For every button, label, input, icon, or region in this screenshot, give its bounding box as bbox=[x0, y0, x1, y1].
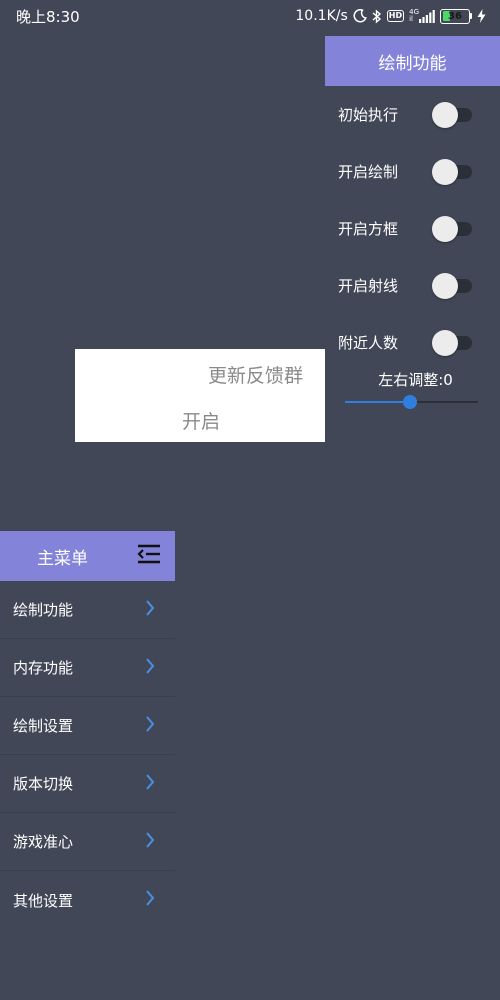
enable-ray-switch[interactable] bbox=[432, 272, 474, 299]
toggle-label: 开启绘制 bbox=[338, 163, 399, 181]
enable-box-switch[interactable] bbox=[432, 215, 474, 242]
draw-panel-title: 绘制功能 bbox=[378, 53, 447, 74]
main-menu-title: 主菜单 bbox=[37, 548, 88, 569]
slider-label: 左右调整:0 bbox=[378, 371, 453, 389]
charging-icon bbox=[477, 9, 486, 23]
toggle-label: 附近人数 bbox=[338, 334, 399, 352]
draw-panel-header[interactable]: 绘制功能 bbox=[325, 36, 500, 86]
toggle-row-nearby-count: 附近人数 bbox=[325, 314, 500, 371]
toggle-row-initial-exec: 初始执行 bbox=[325, 86, 500, 143]
enable-text[interactable]: 开启 bbox=[75, 407, 325, 434]
menu-item-label: 版本切换 bbox=[13, 775, 74, 793]
hd-icon: HD bbox=[386, 10, 405, 22]
toggle-label: 开启射线 bbox=[338, 277, 399, 295]
toggle-row-enable-ray: 开启射线 bbox=[325, 257, 500, 314]
menu-item-label: 游戏准心 bbox=[13, 833, 74, 851]
menu-item-label: 绘制功能 bbox=[13, 601, 74, 619]
main-menu-header: 主菜单 bbox=[0, 531, 175, 581]
horizontal-adjust-slider[interactable] bbox=[345, 392, 478, 412]
slider-thumb[interactable] bbox=[403, 395, 418, 409]
toggle-row-enable-box: 开启方框 bbox=[325, 200, 500, 257]
main-menu: 主菜单 绘制功能 内存功能 绘制设置 版本切换 游戏准心 其他设置 bbox=[0, 531, 175, 929]
menu-collapse-icon[interactable] bbox=[137, 544, 161, 569]
menu-item-memory-feature[interactable]: 内存功能 bbox=[0, 639, 175, 697]
status-icons: 10.1K/s HD 4G il 36 bbox=[295, 8, 486, 24]
nearby-count-switch[interactable] bbox=[432, 329, 474, 356]
initial-exec-switch[interactable] bbox=[432, 101, 474, 128]
enable-draw-switch[interactable] bbox=[432, 158, 474, 185]
menu-item-version-switch[interactable]: 版本切换 bbox=[0, 755, 175, 813]
menu-item-other-settings[interactable]: 其他设置 bbox=[0, 871, 175, 929]
menu-item-draw-feature[interactable]: 绘制功能 bbox=[0, 581, 175, 639]
signal-icon: 4G il bbox=[409, 9, 435, 23]
chevron-right-icon bbox=[145, 773, 155, 795]
slider-fill bbox=[345, 401, 411, 403]
chevron-right-icon bbox=[145, 831, 155, 853]
toggle-row-enable-draw: 开启绘制 bbox=[325, 143, 500, 200]
net-speed: 10.1K/s bbox=[295, 8, 348, 24]
chevron-right-icon bbox=[145, 657, 155, 679]
moon-icon bbox=[353, 9, 367, 23]
menu-item-label: 其他设置 bbox=[13, 891, 74, 910]
toggle-label: 开启方框 bbox=[338, 220, 399, 238]
battery-icon: 36 bbox=[440, 8, 472, 24]
menu-item-draw-settings[interactable]: 绘制设置 bbox=[0, 697, 175, 755]
chevron-right-icon bbox=[145, 889, 155, 911]
menu-item-game-crosshair[interactable]: 游戏准心 bbox=[0, 813, 175, 871]
update-feedback-group-text[interactable]: 更新反馈群 bbox=[208, 361, 303, 388]
toggle-label: 初始执行 bbox=[338, 106, 399, 124]
battery-level: 36 bbox=[448, 10, 462, 22]
menu-item-label: 绘制设置 bbox=[13, 717, 74, 735]
chevron-right-icon bbox=[145, 599, 155, 621]
menu-item-label: 内存功能 bbox=[13, 659, 74, 677]
status-bar: 晚上8:30 10.1K/s HD 4G il 36 bbox=[0, 0, 500, 32]
chevron-right-icon bbox=[145, 715, 155, 737]
draw-feature-panel: 绘制功能 初始执行 开启绘制 开启方框 开启射线 附近人数 左右调整:0 bbox=[325, 36, 500, 412]
feedback-popup[interactable]: 更新反馈群 开启 bbox=[75, 349, 325, 442]
bluetooth-icon bbox=[372, 8, 382, 24]
net-activity-label: il bbox=[409, 15, 413, 23]
status-time: 晚上8:30 bbox=[16, 7, 80, 26]
